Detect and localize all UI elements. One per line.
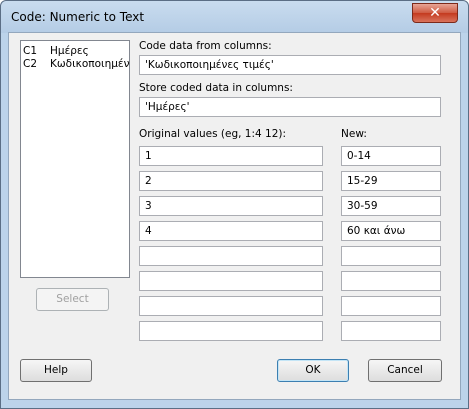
new-value-field[interactable] — [341, 296, 441, 316]
original-value-field[interactable] — [139, 271, 323, 291]
new-value-field[interactable]: 15-29 — [341, 171, 441, 191]
variable-name: Κωδικοποιημένες τιμές — [50, 58, 130, 70]
dialog-title: Code: Numeric to Text — [11, 10, 145, 24]
close-icon: ✕ — [429, 5, 441, 21]
variable-id: C1 — [23, 45, 38, 57]
new-value-field[interactable]: 60 και άνω — [341, 221, 441, 241]
original-value-field[interactable]: 3 — [139, 196, 323, 216]
original-value-field[interactable] — [139, 321, 323, 341]
store-in-input[interactable]: 'Ημέρες' — [139, 97, 441, 117]
select-button[interactable]: Select — [36, 288, 109, 311]
original-value-field[interactable]: 4 — [139, 221, 323, 241]
variable-id: C2 — [23, 58, 38, 70]
code-from-label: Code data from columns: — [139, 40, 272, 52]
ok-button[interactable]: OK — [277, 359, 349, 382]
original-value-field[interactable] — [139, 296, 323, 316]
close-button[interactable]: ✕ — [412, 3, 458, 23]
original-value-field[interactable] — [139, 246, 323, 266]
new-value-field[interactable]: 0-14 — [341, 146, 441, 166]
store-in-label: Store coded data in columns: — [139, 82, 293, 94]
new-value-field[interactable] — [341, 246, 441, 266]
dialog-body: C1 Ημέρες C2 Κωδικοποιημένες τιμές Selec… — [8, 32, 461, 400]
dialog-window: Code: Numeric to Text ✕ C1 Ημέρες C2 Κωδ… — [0, 0, 469, 409]
original-value-field[interactable]: 1 — [139, 146, 323, 166]
cancel-button[interactable]: Cancel — [368, 359, 442, 382]
help-button[interactable]: Help — [20, 359, 92, 382]
new-value-field[interactable] — [341, 271, 441, 291]
new-value-field[interactable]: 30-59 — [341, 196, 441, 216]
new-value-field[interactable] — [341, 321, 441, 341]
code-from-input[interactable]: 'Κωδικοποιημένες τιμές' — [139, 55, 441, 75]
original-values-label: Original values (eg, 1:4 12): — [139, 128, 287, 140]
variable-name: Ημέρες — [50, 45, 89, 57]
new-values-label: New: — [341, 128, 367, 140]
title-bar[interactable]: Code: Numeric to Text ✕ — [1, 1, 468, 33]
original-value-field[interactable]: 2 — [139, 171, 323, 191]
variable-list[interactable]: C1 Ημέρες C2 Κωδικοποιημένες τιμές — [20, 40, 130, 278]
